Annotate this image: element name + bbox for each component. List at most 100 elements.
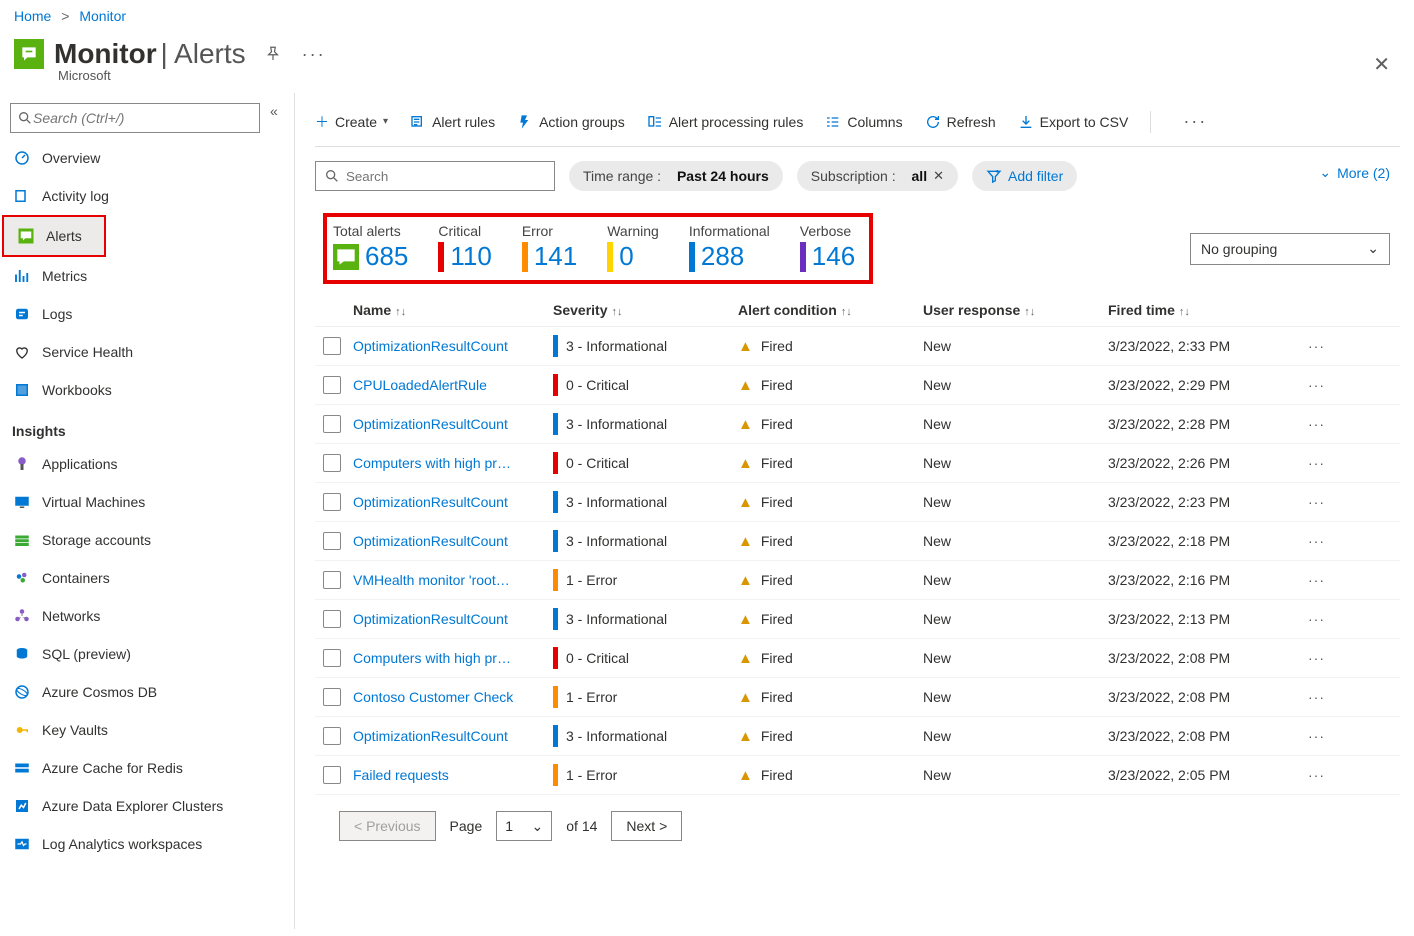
columns-button[interactable]: Columns [825, 114, 902, 130]
row-checkbox[interactable] [323, 610, 341, 628]
col-severity[interactable]: Severity↑↓ [553, 302, 738, 318]
col-name[interactable]: Name↑↓ [353, 302, 553, 318]
pin-icon[interactable] [264, 45, 282, 63]
row-checkbox[interactable] [323, 454, 341, 472]
row-name[interactable]: Contoso Customer Check [353, 689, 553, 705]
row-more-icon[interactable]: ··· [1308, 572, 1325, 588]
row-more-icon[interactable]: ··· [1308, 728, 1325, 744]
row-checkbox[interactable] [323, 337, 341, 355]
table-row[interactable]: OptimizationResultCount3 - Informational… [315, 327, 1400, 366]
filter-time-range[interactable]: Time range : Past 24 hours [569, 161, 783, 191]
toolbar-more-icon[interactable]: ··· [1183, 111, 1207, 132]
table-row[interactable]: Failed requests1 - Error▲FiredNew3/23/20… [315, 756, 1400, 795]
sidebar-search-input[interactable] [33, 110, 253, 126]
row-name[interactable]: CPULoadedAlertRule [353, 377, 553, 393]
row-checkbox[interactable] [323, 571, 341, 589]
add-filter-button[interactable]: Add filter [972, 161, 1077, 191]
row-checkbox[interactable] [323, 493, 341, 511]
row-more-icon[interactable]: ··· [1308, 533, 1325, 549]
table-row[interactable]: VMHealth monitor 'root…1 - Error▲FiredNe… [315, 561, 1400, 600]
col-fired-time[interactable]: Fired time↑↓ [1108, 302, 1308, 318]
row-checkbox[interactable] [323, 727, 341, 745]
table-row[interactable]: OptimizationResultCount3 - Informational… [315, 522, 1400, 561]
row-name[interactable]: Failed requests [353, 767, 553, 783]
col-response[interactable]: User response↑↓ [923, 302, 1108, 318]
grouping-dropdown[interactable]: No grouping ⌄ [1190, 233, 1390, 265]
table-row[interactable]: CPULoadedAlertRule0 - Critical▲FiredNew3… [315, 366, 1400, 405]
sidebar-item-metrics[interactable]: Metrics [0, 257, 294, 295]
row-checkbox[interactable] [323, 376, 341, 394]
row-more-icon[interactable]: ··· [1308, 455, 1325, 471]
row-checkbox[interactable] [323, 766, 341, 784]
filter-subscription[interactable]: Subscription : all ✕ [797, 161, 958, 191]
sidebar-item-cosmos[interactable]: Azure Cosmos DB [0, 673, 294, 711]
col-condition[interactable]: Alert condition↑↓ [738, 302, 923, 318]
processing-rules-button[interactable]: Alert processing rules [647, 114, 804, 130]
table-row[interactable]: OptimizationResultCount3 - Informational… [315, 483, 1400, 522]
table-row[interactable]: OptimizationResultCount3 - Informational… [315, 405, 1400, 444]
create-button[interactable]: ＋ Create ▾ [315, 112, 388, 132]
stat-warning[interactable]: Warning 0 [607, 223, 659, 272]
row-checkbox[interactable] [323, 532, 341, 550]
stat-critical[interactable]: Critical 110 [438, 223, 491, 272]
page-select[interactable]: 1⌄ [496, 811, 552, 841]
collapse-icon[interactable]: « [270, 103, 278, 119]
stat-verbose[interactable]: Verbose 146 [800, 223, 855, 272]
sidebar-item-dataexp[interactable]: Azure Data Explorer Clusters [0, 787, 294, 825]
sidebar-search[interactable] [10, 103, 260, 133]
sidebar-item-logs[interactable]: Logs [0, 295, 294, 333]
sidebar-item-alerts[interactable]: Alerts [4, 217, 104, 255]
row-more-icon[interactable]: ··· [1308, 767, 1325, 783]
refresh-button[interactable]: Refresh [925, 114, 996, 130]
sidebar-item-containers[interactable]: Containers [0, 559, 294, 597]
prev-button[interactable]: < Previous [339, 811, 436, 841]
sidebar-item-workbooks[interactable]: Workbooks [0, 371, 294, 409]
row-name[interactable]: VMHealth monitor 'root… [353, 572, 553, 588]
row-checkbox[interactable] [323, 688, 341, 706]
action-groups-button[interactable]: Action groups [517, 114, 625, 130]
row-name[interactable]: Computers with high pr… [353, 650, 553, 666]
row-more-icon[interactable]: ··· [1308, 611, 1325, 627]
sidebar-item-networks[interactable]: Networks [0, 597, 294, 635]
row-more-icon[interactable]: ··· [1308, 689, 1325, 705]
table-row[interactable]: Contoso Customer Check1 - Error▲FiredNew… [315, 678, 1400, 717]
sidebar-item-activity[interactable]: Activity log [0, 177, 294, 215]
row-name[interactable]: OptimizationResultCount [353, 338, 553, 354]
breadcrumb-monitor[interactable]: Monitor [79, 8, 126, 24]
row-more-icon[interactable]: ··· [1308, 377, 1325, 393]
sidebar-item-redis[interactable]: Azure Cache for Redis [0, 749, 294, 787]
table-row[interactable]: OptimizationResultCount3 - Informational… [315, 717, 1400, 756]
breadcrumb-home[interactable]: Home [14, 8, 51, 24]
more-filters-link[interactable]: More (2) [1319, 165, 1390, 182]
row-name[interactable]: OptimizationResultCount [353, 416, 553, 432]
row-name[interactable]: OptimizationResultCount [353, 728, 553, 744]
clear-filter-icon[interactable]: ✕ [933, 168, 944, 184]
row-checkbox[interactable] [323, 649, 341, 667]
row-more-icon[interactable]: ··· [1308, 338, 1325, 354]
more-icon[interactable]: ··· [302, 44, 326, 65]
table-row[interactable]: OptimizationResultCount3 - Informational… [315, 600, 1400, 639]
row-name[interactable]: Computers with high pr… [353, 455, 553, 471]
sidebar-item-keyvault[interactable]: Key Vaults [0, 711, 294, 749]
row-name[interactable]: OptimizationResultCount [353, 611, 553, 627]
export-button[interactable]: Export to CSV [1018, 114, 1129, 130]
sidebar-item-apps[interactable]: Applications [0, 445, 294, 483]
alerts-search-input[interactable] [346, 169, 546, 184]
row-name[interactable]: OptimizationResultCount [353, 533, 553, 549]
row-more-icon[interactable]: ··· [1308, 494, 1325, 510]
sidebar-item-storage[interactable]: Storage accounts [0, 521, 294, 559]
next-button[interactable]: Next > [611, 811, 682, 841]
table-row[interactable]: Computers with high pr…0 - Critical▲Fire… [315, 639, 1400, 678]
table-row[interactable]: Computers with high pr…0 - Critical▲Fire… [315, 444, 1400, 483]
row-more-icon[interactable]: ··· [1308, 650, 1325, 666]
sidebar-item-vm[interactable]: Virtual Machines [0, 483, 294, 521]
row-checkbox[interactable] [323, 415, 341, 433]
sidebar-item-sql[interactable]: SQL (preview) [0, 635, 294, 673]
close-icon[interactable]: ✕ [1373, 52, 1390, 77]
stat-total[interactable]: Total alerts 685 [333, 223, 408, 272]
alerts-search[interactable] [315, 161, 555, 191]
sidebar-item-overview[interactable]: Overview [0, 139, 294, 177]
stat-error[interactable]: Error 141 [522, 223, 577, 272]
row-name[interactable]: OptimizationResultCount [353, 494, 553, 510]
row-more-icon[interactable]: ··· [1308, 416, 1325, 432]
